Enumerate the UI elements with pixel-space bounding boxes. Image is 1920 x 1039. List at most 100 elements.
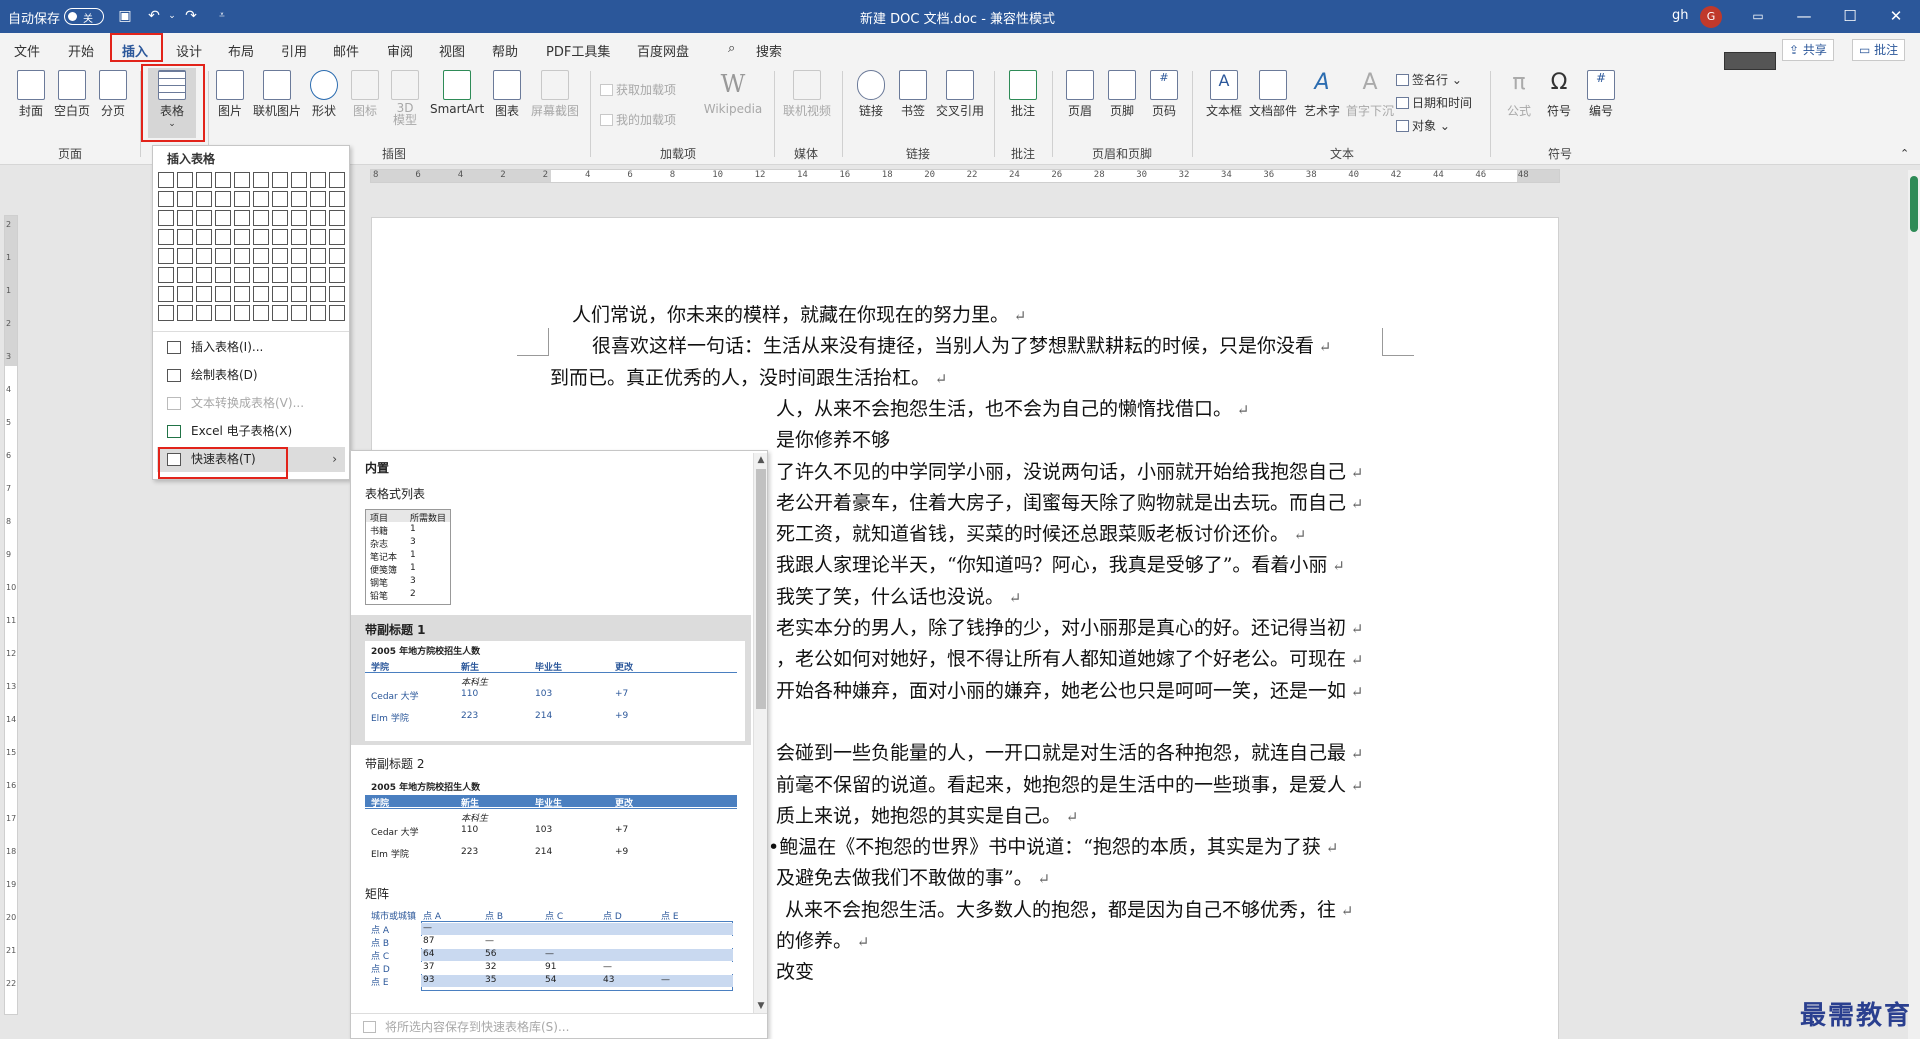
scroll-up-icon[interactable]: ▲ (754, 453, 767, 467)
table-grid-cell[interactable] (177, 191, 193, 207)
tab-review[interactable]: 审阅 (387, 41, 413, 60)
minimize-icon[interactable]: — (1781, 0, 1827, 33)
table-grid-cell[interactable] (177, 172, 193, 188)
comment-button[interactable]: 批注 (1006, 70, 1040, 119)
table-grid-cell[interactable] (310, 229, 326, 245)
autosave-toggle[interactable]: 关 (64, 8, 104, 25)
object-button[interactable]: 对象 ⌄ (1396, 117, 1450, 134)
link-button[interactable]: 链接 (854, 70, 888, 119)
table-grid-cell[interactable] (215, 286, 231, 302)
table-grid-cell[interactable] (215, 210, 231, 226)
table-grid-cell[interactable] (196, 286, 212, 302)
screenshot-button[interactable]: 屏幕截图 (530, 70, 580, 119)
table-grid-cell[interactable] (234, 267, 250, 283)
online-video-button[interactable]: 联机视频 (782, 70, 832, 119)
table-grid-cell[interactable] (310, 210, 326, 226)
table-grid-cell[interactable] (253, 210, 269, 226)
table-grid-cell[interactable] (272, 229, 288, 245)
date-time-button[interactable]: 日期和时间 (1396, 94, 1472, 111)
table-grid-cell[interactable] (215, 229, 231, 245)
table-grid-cell[interactable] (234, 210, 250, 226)
table-grid-cell[interactable] (291, 229, 307, 245)
table-grid-cell[interactable] (291, 172, 307, 188)
table-grid-cell[interactable] (272, 267, 288, 283)
tab-references[interactable]: 引用 (281, 41, 307, 60)
tab-design[interactable]: 设计 (176, 41, 202, 60)
online-picture-button[interactable]: 联机图片 (252, 70, 302, 119)
text-box-button[interactable]: A 文本框 (1204, 70, 1244, 119)
redo-icon[interactable]: ↷ (182, 7, 200, 25)
tab-pdf-tools[interactable]: PDF工具集 (546, 41, 610, 60)
table-grid-cell[interactable] (329, 267, 345, 283)
table-grid-cell[interactable] (215, 191, 231, 207)
smartart-button[interactable]: SmartArt (430, 70, 484, 116)
excel-spreadsheet-menu-item[interactable]: Excel 电子表格(X) (157, 419, 345, 444)
3d-models-button[interactable]: 3D 模型 (388, 70, 422, 126)
picture-button[interactable]: 图片 (214, 70, 246, 119)
table-grid-cell[interactable] (196, 305, 212, 321)
table-grid-cell[interactable] (196, 229, 212, 245)
blank-page-button[interactable]: 空白页 (52, 70, 92, 119)
table-grid-cell[interactable] (177, 286, 193, 302)
table-grid-cell[interactable] (310, 191, 326, 207)
scroll-down-icon[interactable]: ▼ (754, 999, 767, 1013)
table-grid-cell[interactable] (253, 248, 269, 264)
table-grid-cell[interactable] (215, 248, 231, 264)
table-grid-cell[interactable] (196, 172, 212, 188)
table-grid-cell[interactable] (253, 286, 269, 302)
table-grid-cell[interactable] (196, 267, 212, 283)
tab-baidu-netdisk[interactable]: 百度网盘 (637, 41, 689, 60)
page-number-button[interactable]: # 页码 (1148, 70, 1180, 119)
undo-dropdown-icon[interactable]: ⌄ (163, 7, 181, 25)
page-break-button[interactable]: 分页 (96, 70, 130, 119)
avatar[interactable]: G (1700, 6, 1722, 28)
quick-parts-button[interactable]: 文档部件 (1248, 70, 1298, 119)
table-grid-cell[interactable] (310, 172, 326, 188)
table-grid-cell[interactable] (329, 248, 345, 264)
table-grid-cell[interactable] (272, 286, 288, 302)
ime-toolbar-icon[interactable] (1724, 52, 1776, 70)
table-grid-cell[interactable] (272, 305, 288, 321)
table-grid-cell[interactable] (158, 248, 174, 264)
table-grid-cell[interactable] (215, 305, 231, 321)
table-grid-cell[interactable] (272, 191, 288, 207)
table-grid-cell[interactable] (177, 248, 193, 264)
table-grid-cell[interactable] (215, 267, 231, 283)
table-grid-cell[interactable] (158, 172, 174, 188)
table-grid-cell[interactable] (177, 305, 193, 321)
get-addins-button[interactable]: 获取加载项 (600, 81, 676, 98)
tab-file[interactable]: 文件 (14, 41, 40, 60)
tab-layout[interactable]: 布局 (228, 41, 254, 60)
save-icon[interactable]: ▣ (116, 7, 134, 25)
tab-help[interactable]: 帮助 (492, 41, 518, 60)
table-grid-cell[interactable] (253, 172, 269, 188)
table-grid-cell[interactable] (291, 286, 307, 302)
table-grid-cell[interactable] (310, 305, 326, 321)
my-addins-button[interactable]: 我的加载项 (600, 111, 676, 128)
insert-table-menu-item[interactable]: 插入表格(I)... (157, 335, 345, 360)
table-grid-cell[interactable] (310, 286, 326, 302)
table-grid-cell[interactable] (329, 305, 345, 321)
table-grid-cell[interactable] (158, 229, 174, 245)
table-grid-cell[interactable] (234, 172, 250, 188)
table-grid-cell[interactable] (291, 191, 307, 207)
wordart-button[interactable]: A 艺术字 (1302, 70, 1342, 119)
table-grid-cell[interactable] (196, 210, 212, 226)
table-grid-cell[interactable] (253, 305, 269, 321)
scroll-thumb[interactable] (1910, 176, 1918, 232)
share-button[interactable]: ⇪ 共享 (1782, 39, 1834, 61)
header-button[interactable]: 页眉 (1064, 70, 1096, 119)
table-grid-cell[interactable] (329, 191, 345, 207)
undo-icon[interactable]: ↶ (145, 7, 163, 25)
save-to-gallery-menu-item[interactable]: 将所选内容保存到快速表格库(S)... (351, 1013, 767, 1038)
cover-page-button[interactable]: 封面 (14, 70, 48, 119)
table-grid-cell[interactable] (177, 229, 193, 245)
table-grid-cell[interactable] (158, 267, 174, 283)
comments-button[interactable]: ▭ 批注 (1852, 39, 1906, 61)
vertical-scrollbar[interactable] (1908, 170, 1920, 1039)
table-grid-cell[interactable] (291, 210, 307, 226)
table-grid-cell[interactable] (177, 267, 193, 283)
table-grid-cell[interactable] (253, 229, 269, 245)
table-grid-cell[interactable] (234, 191, 250, 207)
table-grid-cell[interactable] (253, 267, 269, 283)
